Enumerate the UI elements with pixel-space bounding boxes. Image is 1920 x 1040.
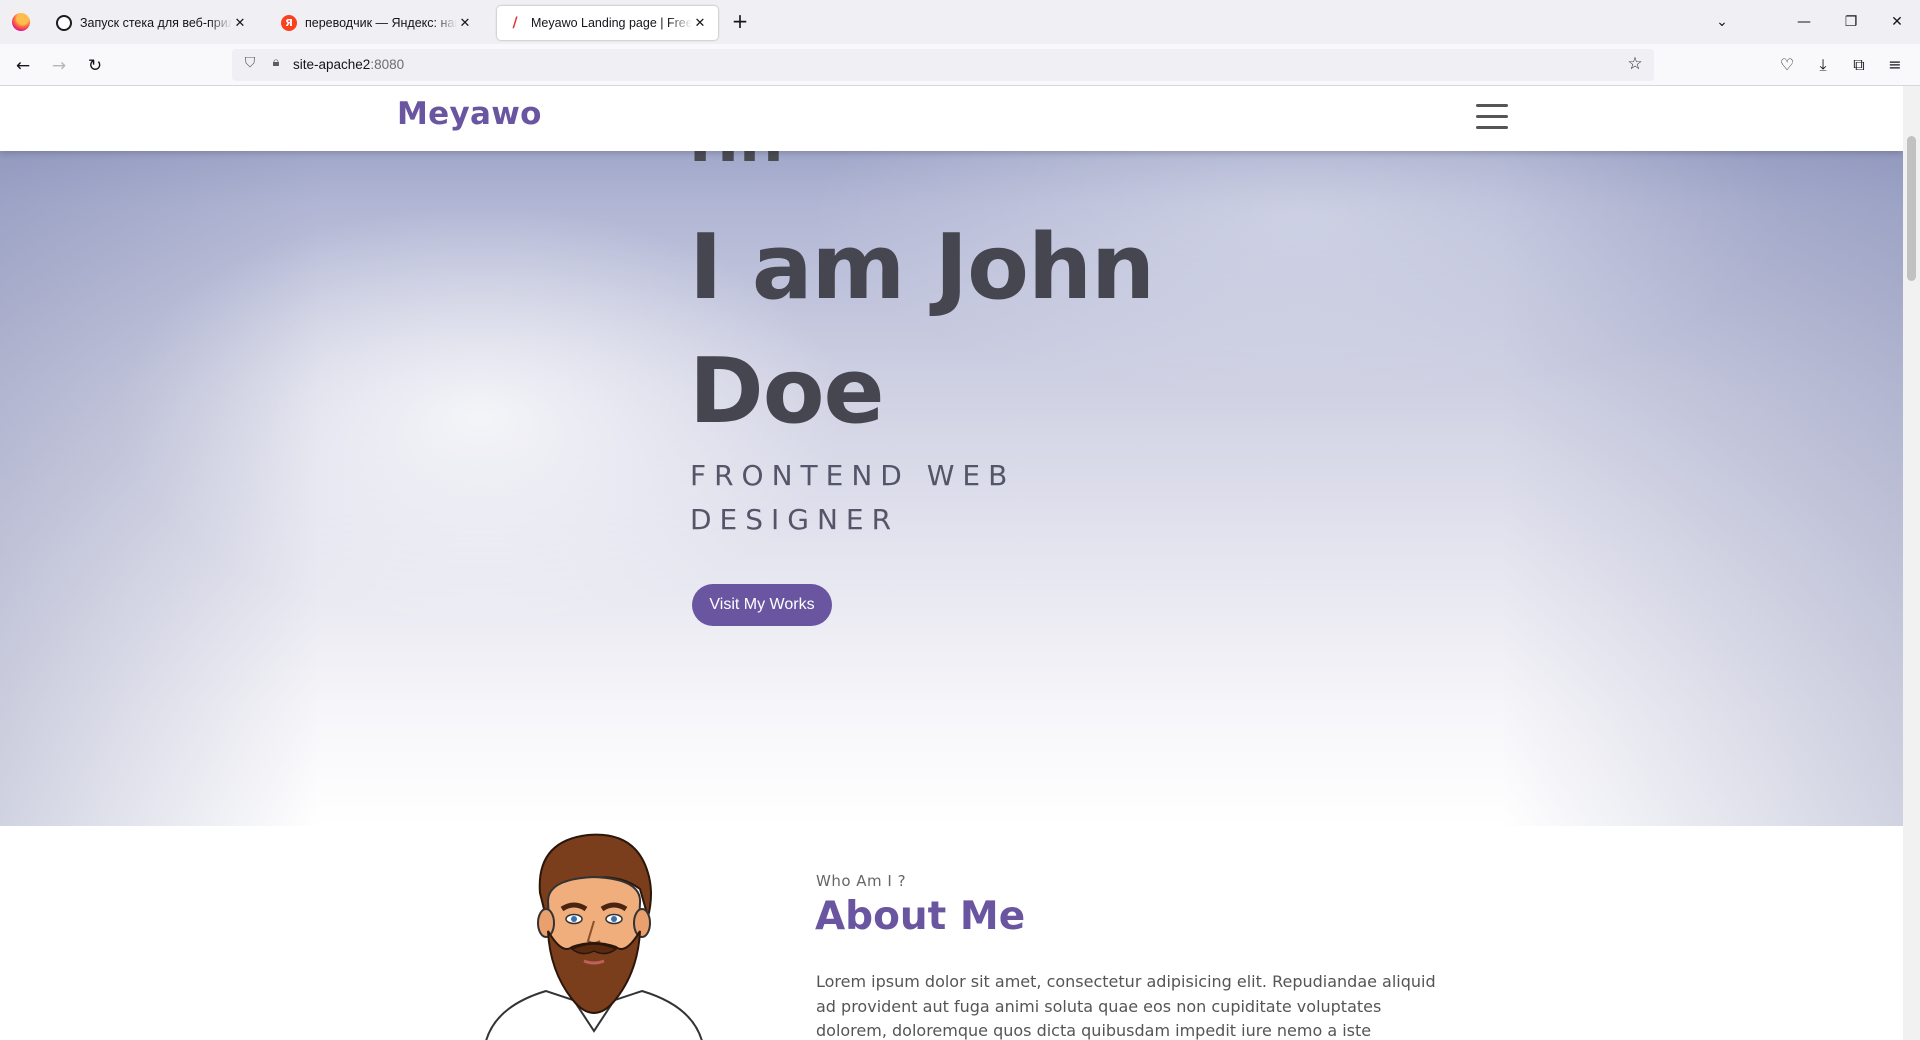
tab-yandex[interactable]: Я переводчик — Яндекс: нашлось ✕ bbox=[271, 6, 483, 40]
site-info-icon[interactable]: 🔒︎ bbox=[266, 55, 286, 75]
close-window-icon[interactable]: ✕ bbox=[1882, 8, 1912, 36]
tab-title: Meyawo Landing page | Free Bootstrap bbox=[531, 16, 692, 30]
avatar-illustration bbox=[485, 833, 703, 1040]
about-text: Lorem ipsum dolor sit amet, consectetur … bbox=[816, 972, 1436, 1040]
tab-bar: Запуск стека для веб-приложения ✕ Я пере… bbox=[0, 0, 1920, 44]
pocket-icon[interactable]: ♡ bbox=[1774, 51, 1800, 79]
site-header: Meyawo bbox=[0, 86, 1903, 151]
new-tab-button[interactable]: + bbox=[728, 10, 752, 34]
url-text[interactable]: site-apache2:8080 bbox=[293, 57, 404, 72]
close-tab-icon[interactable]: ✕ bbox=[457, 16, 473, 31]
hamburger-menu-icon[interactable] bbox=[1476, 104, 1508, 130]
tab-title: Запуск стека для веб-приложения bbox=[80, 16, 232, 30]
app-menu-icon[interactable]: ≡ bbox=[1882, 51, 1908, 79]
yandex-icon: Я bbox=[281, 15, 297, 31]
close-tab-icon[interactable]: ✕ bbox=[232, 16, 248, 31]
tab-chatgpt[interactable]: Запуск стека для веб-приложения ✕ bbox=[46, 6, 258, 40]
tab-title: переводчик — Яндекс: нашлось bbox=[305, 16, 457, 30]
navigation-toolbar: ← → ↻ ⛉ 🔒︎ site-apache2:8080 ☆ bbox=[0, 44, 1920, 86]
hero-role: FRONTEND WEB DESIGNER bbox=[690, 459, 1016, 536]
firefox-menu-icon[interactable] bbox=[12, 13, 30, 31]
scrollbar-thumb[interactable] bbox=[1907, 136, 1916, 281]
page-viewport: Hi! I am John Doe FRONTEND WEB DESIGNER … bbox=[0, 86, 1920, 1040]
list-all-tabs-icon[interactable]: ⌄ bbox=[1707, 8, 1737, 36]
forward-icon[interactable]: → bbox=[45, 52, 73, 80]
close-tab-icon[interactable]: ✕ bbox=[692, 16, 708, 31]
visit-my-works-button[interactable]: Visit My Works bbox=[692, 584, 832, 626]
page-scrollbar[interactable] bbox=[1903, 86, 1920, 1040]
tracking-protection-icon[interactable]: ⛉ bbox=[240, 55, 260, 75]
feather-icon: / bbox=[512, 15, 518, 31]
back-icon[interactable]: ← bbox=[9, 52, 37, 80]
address-bar[interactable]: ⛉ 🔒︎ site-apache2:8080 ☆ bbox=[232, 49, 1654, 81]
bookmark-star-icon[interactable]: ☆ bbox=[1624, 54, 1646, 76]
tab-meyawo[interactable]: / Meyawo Landing page | Free Bootstrap ✕ bbox=[497, 6, 718, 40]
hero-name: I am John Doe bbox=[689, 215, 1155, 444]
about-kicker: Who Am I ? bbox=[816, 872, 907, 890]
restore-icon[interactable]: ❐ bbox=[1836, 8, 1866, 36]
extensions-icon[interactable]: ⧉ bbox=[1846, 51, 1872, 79]
about-title: About Me bbox=[815, 894, 1026, 939]
minimize-icon[interactable]: — bbox=[1789, 8, 1819, 36]
reload-icon[interactable]: ↻ bbox=[81, 52, 109, 80]
downloads-icon[interactable]: ⤓ bbox=[1810, 51, 1836, 79]
chatgpt-icon bbox=[56, 15, 72, 31]
brand-logo[interactable]: Meyawo bbox=[397, 96, 542, 132]
